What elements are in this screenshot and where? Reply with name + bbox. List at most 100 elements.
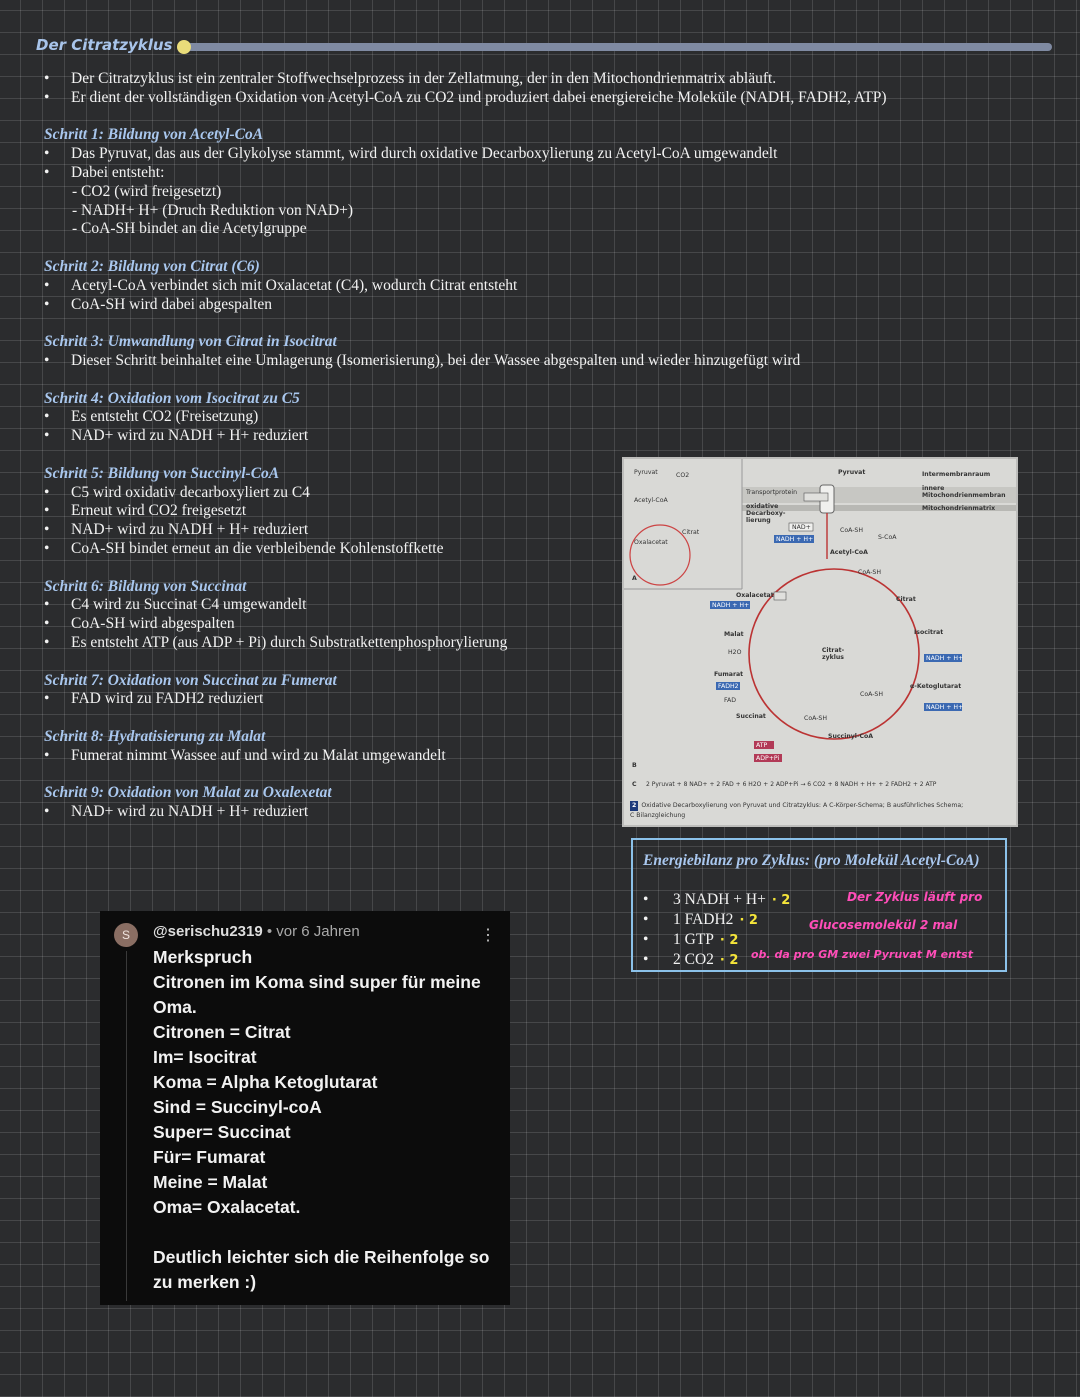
step-list: Acetyl-CoA verbindet sich mit Oxalacetat… bbox=[44, 277, 1004, 315]
energy-multiplier: · 2 bbox=[739, 913, 758, 928]
label-isocitrat: Isocitrat bbox=[914, 629, 944, 636]
label-nadh-isocitrat: NADH + H+ bbox=[926, 655, 964, 662]
comment-header: @serischu2319 • vor 6 Jahren bbox=[153, 923, 360, 940]
handwritten-note: Der Zyklus läuft pro bbox=[847, 890, 983, 904]
step-subitem: - CO2 (wird freigesetzt) bbox=[72, 182, 222, 200]
comment-card: S @serischu2319 • vor 6 Jahren ⋮ Merkspr… bbox=[100, 911, 510, 1305]
label-oxidative: oxidative Decarboxy-lierung bbox=[746, 503, 786, 524]
label-h2o: H2O bbox=[728, 649, 742, 656]
label-malat: Malat bbox=[724, 631, 744, 638]
label-citrat-b: Citrat bbox=[896, 596, 916, 603]
label-pyruvat: Pyruvat bbox=[634, 469, 658, 476]
box-h2o bbox=[773, 591, 787, 601]
comment-line: Sind = Succinyl-coA bbox=[153, 1097, 322, 1117]
label-oxalacetat: Oxalacetat bbox=[634, 539, 668, 546]
page-title: Der Citratzyklus bbox=[36, 36, 173, 54]
label-equation: 2 Pyruvat + 8 NAD+ + 2 FAD + 6 H2O + 2 A… bbox=[646, 781, 937, 788]
label-coa-sh-4: CoA-SH bbox=[804, 715, 828, 722]
label-panel-a: A bbox=[632, 575, 637, 582]
label-panel-c: C bbox=[632, 781, 637, 788]
step-heading: Schritt 4: Oxidation vom Isocitrat zu C5 bbox=[44, 389, 300, 407]
energy-item: 1 GTP · 2 bbox=[643, 930, 790, 950]
handwritten-note: ob. da pro GM zwei Pyruvat M entst bbox=[751, 948, 973, 961]
label-atp: ATP bbox=[756, 742, 768, 749]
step-item: Es entsteht CO2 (Freisetzung) bbox=[44, 408, 1004, 427]
figure-caption-text: Oxidative Decarboxylierung von Pyruvat u… bbox=[641, 802, 964, 809]
label-coa-sh-2: CoA-SH bbox=[858, 569, 882, 576]
energy-title: Energiebilanz pro Zyklus: (pro Molekül A… bbox=[643, 852, 980, 869]
step-subitem: - NADH+ H+ (Druch Reduktion von NAD+) bbox=[72, 201, 354, 219]
comment-time: • vor 6 Jahren bbox=[262, 923, 360, 940]
label-s-coa: S-CoA bbox=[878, 534, 897, 541]
more-options-icon[interactable]: ⋮ bbox=[480, 925, 496, 945]
label-citrat: Citrat bbox=[682, 529, 700, 536]
label-innere-membran: innere Mitochondrienmembran bbox=[922, 485, 1006, 499]
comment-line: Citronen = Citrat bbox=[153, 1022, 291, 1042]
comment-line: Oma= Oxalacetat. bbox=[153, 1197, 301, 1217]
energy-item-text: 1 GTP bbox=[673, 931, 714, 948]
comment-line: Super= Succinat bbox=[153, 1122, 291, 1142]
label-coa-sh-3: CoA-SH bbox=[860, 691, 884, 698]
step-subitem: - CoA-SH bindet an die Acetylgruppe bbox=[72, 220, 307, 238]
citric-cycle-figure: Pyruvat CO2 Acetyl-CoA Oxalacetat Citrat… bbox=[622, 457, 1018, 827]
thread-line bbox=[126, 951, 127, 1301]
energy-balance-box: Energiebilanz pro Zyklus: (pro Molekül A… bbox=[631, 838, 1007, 972]
step-item: Acetyl-CoA verbindet sich mit Oxalacetat… bbox=[44, 277, 1004, 296]
step-item: Dieser Schritt beinhaltet eine Umlagerun… bbox=[44, 352, 1004, 371]
title-bar: Der Citratzyklus bbox=[34, 36, 1052, 56]
label-nadh-malat: NADH + H+ bbox=[712, 602, 750, 609]
step-item: Dabei entsteht: bbox=[44, 164, 1004, 183]
avatar[interactable]: S bbox=[114, 923, 138, 947]
comment-line bbox=[153, 1220, 493, 1245]
step-heading: Schritt 3: Umwandlung von Citrat in Isoc… bbox=[44, 333, 337, 351]
energy-item-text: 1 FADH2 bbox=[673, 911, 734, 928]
label-fadh2: FADH2 bbox=[718, 683, 739, 690]
label-panel-b: B bbox=[632, 762, 637, 769]
comment-line: Meine = Malat bbox=[153, 1172, 268, 1192]
step-list: Es entsteht CO2 (Freisetzung) NAD+ wird … bbox=[44, 408, 1004, 446]
title-underline bbox=[184, 43, 1052, 51]
energy-multiplier: · 2 bbox=[719, 953, 739, 968]
label-fumarat: Fumarat bbox=[714, 671, 744, 678]
label-acetyl-coa: Acetyl-CoA bbox=[634, 497, 668, 504]
comment-line: Koma = Alpha Ketoglutarat bbox=[153, 1072, 378, 1092]
intro-item: Der Citratzyklus ist ein zentraler Stoff… bbox=[44, 70, 1004, 89]
label-nadh-keto: NADH + H+ bbox=[926, 704, 964, 711]
label-coa-sh: CoA-SH bbox=[840, 527, 864, 534]
label-fad: FAD bbox=[724, 697, 736, 704]
comment-line: Merkspruch bbox=[153, 947, 253, 967]
comment-line: Deutlich leichter sich die Reihenfolge s… bbox=[153, 1247, 490, 1292]
step-item: NAD+ wird zu NADH + H+ reduziert bbox=[44, 427, 1004, 446]
energy-multiplier: · 2 bbox=[771, 893, 791, 908]
label-oxalacetat-b: Oxalacetat bbox=[736, 592, 774, 599]
energy-item: 3 NADH + H+ · 2 bbox=[643, 890, 790, 910]
step-item: Das Pyruvat, das aus der Glykolyse stamm… bbox=[44, 145, 1004, 164]
box-co2 bbox=[803, 492, 829, 502]
label-succinyl-coa: Succinyl-CoA bbox=[828, 733, 874, 740]
intro-item: Er dient der vollständigen Oxidation von… bbox=[44, 89, 1004, 108]
lightbulb-icon bbox=[177, 40, 191, 54]
handwritten-note: Glucosemolekül 2 mal bbox=[809, 918, 958, 932]
figure-caption: 2 Oxidative Decarboxylierung von Pyruvat … bbox=[630, 801, 963, 821]
step-heading: Schritt 2: Bildung von Citrat (C6) bbox=[44, 257, 260, 275]
energy-item-text: 3 NADH + H+ bbox=[673, 891, 766, 908]
label-cycle: Citrat-zyklus bbox=[821, 647, 845, 661]
step-heading: Schritt 1: Bildung von Acetyl-CoA bbox=[44, 126, 264, 144]
comment-line: Im= Isocitrat bbox=[153, 1047, 257, 1067]
label-acetyl-coa-b: Acetyl-CoA bbox=[830, 549, 868, 556]
label-co2: CO2 bbox=[676, 472, 690, 479]
label-matrix: Mitochondrienmatrix bbox=[922, 505, 996, 512]
label-adp: ADP+Pi bbox=[756, 755, 780, 762]
step-list: Dieser Schritt beinhaltet eine Umlagerun… bbox=[44, 352, 1004, 371]
step-item: CoA-SH wird dabei abgespalten bbox=[44, 296, 1004, 315]
energy-item-text: 2 CO2 bbox=[673, 951, 714, 968]
energy-multiplier: · 2 bbox=[719, 933, 739, 948]
label-pyruvat-top: Pyruvat bbox=[838, 469, 866, 476]
label-intermembranraum: Intermembranraum bbox=[922, 471, 991, 478]
step-list: Das Pyruvat, das aus der Glykolyse stamm… bbox=[44, 145, 1004, 183]
label-nad: NAD+ bbox=[792, 524, 811, 531]
comment-line: Für= Fumarat bbox=[153, 1147, 266, 1167]
label-transportprotein: Transportprotein bbox=[746, 489, 798, 496]
comment-author[interactable]: @serischu2319 bbox=[153, 923, 263, 940]
comment-body: Merkspruch Citronen im Koma sind super f… bbox=[153, 945, 493, 1295]
